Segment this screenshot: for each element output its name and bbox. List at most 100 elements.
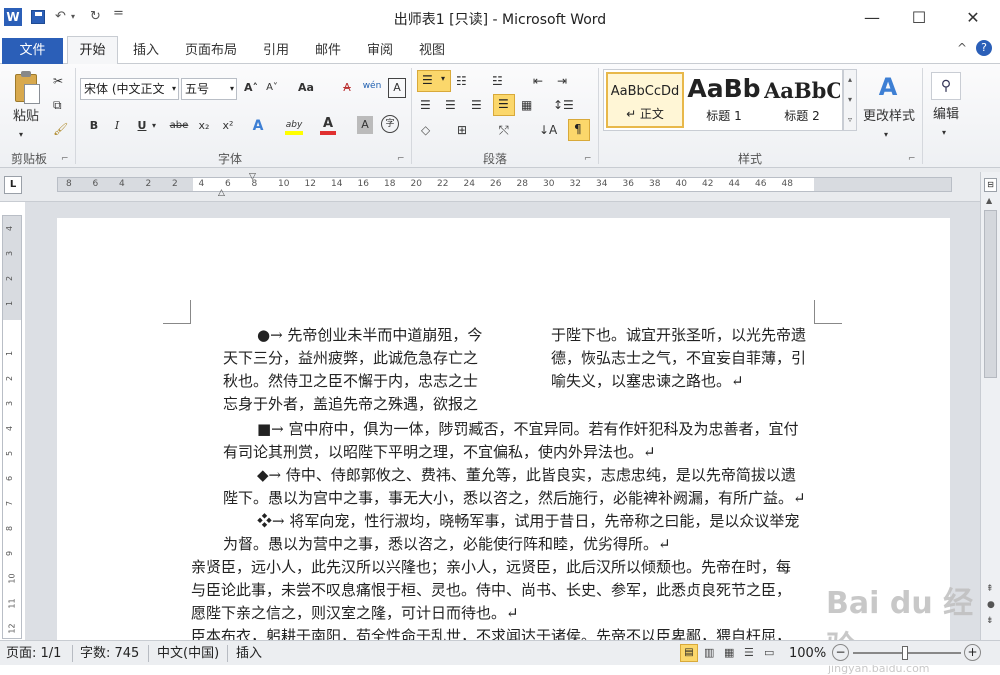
ruler-toggle-icon[interactable]: ⊟ xyxy=(984,178,997,192)
status-page[interactable]: 页面: 1/1 xyxy=(6,645,61,663)
status-word-count[interactable]: 字数: 745 xyxy=(80,645,139,663)
character-shading-button[interactable]: A xyxy=(357,116,373,134)
editing-dropdown-icon[interactable]: ▾ xyxy=(942,124,946,142)
font-color-button[interactable]: A xyxy=(320,114,336,135)
tab-selector[interactable]: L xyxy=(4,176,22,194)
clipboard-launcher-icon[interactable]: ⌐ xyxy=(61,150,69,168)
italic-button[interactable]: I xyxy=(110,116,124,136)
next-page-icon[interactable]: ⇟ xyxy=(986,616,994,626)
web-layout-icon[interactable]: ▦ xyxy=(724,646,734,659)
zoom-level[interactable]: 100% xyxy=(789,645,826,663)
bullets-button[interactable]: ☰ ▾ xyxy=(417,70,451,92)
sort-icon[interactable]: ↓A xyxy=(539,121,557,139)
tab-page-layout[interactable]: 页面布局 xyxy=(179,40,243,64)
paragraph-launcher-icon[interactable]: ⌐ xyxy=(584,150,592,168)
clear-format-button[interactable]: A xyxy=(338,78,356,98)
font-size-combo[interactable]: 五号 ▾ xyxy=(181,78,237,100)
subscript-button[interactable]: x₂ xyxy=(196,116,212,136)
tab-insert[interactable]: 插入 xyxy=(128,40,164,64)
zoom-in-icon[interactable]: + xyxy=(964,644,981,661)
numbering-icon[interactable]: ☷ xyxy=(456,72,467,90)
font-launcher-icon[interactable]: ⌐ xyxy=(397,150,405,168)
style-gallery-scroll[interactable]: ▴ ▾ ▿ xyxy=(843,69,857,131)
vertical-scrollbar[interactable]: ⊟ ▲ ⇞ ● ⇟ xyxy=(980,172,1000,640)
underline-button[interactable]: U xyxy=(135,116,149,136)
outline-view-icon[interactable]: ☰ xyxy=(744,646,754,659)
align-right-icon[interactable]: ☰ xyxy=(471,96,482,114)
highlight-button[interactable]: aby xyxy=(284,114,304,135)
superscript-button[interactable]: x² xyxy=(220,116,236,136)
draft-view-icon[interactable]: ▭ xyxy=(764,646,774,659)
chevron-down-icon[interactable]: ▾ xyxy=(172,79,176,99)
chevron-down-icon[interactable]: ▾ xyxy=(230,79,234,99)
tab-review[interactable]: 审阅 xyxy=(362,40,398,64)
tab-home[interactable]: 开始 xyxy=(67,36,118,65)
tab-view[interactable]: 视图 xyxy=(414,40,450,64)
decrease-indent-icon[interactable]: ⇤ xyxy=(533,72,543,90)
style-normal[interactable]: AaBbCcDd ↵ 正文 xyxy=(606,72,684,128)
enclose-characters-button[interactable]: 字 xyxy=(381,115,399,133)
show-formatting-button[interactable]: ¶ xyxy=(568,119,590,141)
browse-object-icon[interactable]: ● xyxy=(987,600,995,610)
underline-dropdown-icon[interactable]: ▾ xyxy=(152,117,156,135)
change-styles-dropdown-icon[interactable]: ▾ xyxy=(884,126,888,144)
full-screen-reading-icon[interactable]: ▥ xyxy=(704,646,714,659)
help-icon[interactable]: ? xyxy=(976,40,992,56)
distributed-align-icon[interactable]: ▦ xyxy=(521,96,532,114)
cut-icon[interactable]: ✂ xyxy=(53,72,63,90)
maximize-button[interactable]: ☐ xyxy=(896,4,942,32)
format-painter-icon[interactable]: 🖌 xyxy=(53,120,68,138)
paste-icon[interactable] xyxy=(13,70,41,106)
copy-icon[interactable]: ⧉ xyxy=(53,96,62,114)
align-left-icon[interactable]: ☰ xyxy=(420,96,431,114)
style-heading1[interactable]: AaBb 标题 1 xyxy=(686,72,762,128)
bold-button[interactable]: B xyxy=(86,116,102,136)
print-layout-view-icon[interactable]: ▤ xyxy=(680,644,698,662)
scroll-up-icon[interactable]: ▲ xyxy=(986,196,992,205)
asian-layout-icon[interactable]: ⤲ xyxy=(499,121,509,139)
change-styles-button[interactable]: 更改样式 xyxy=(860,107,918,127)
scroll-thumb[interactable] xyxy=(984,210,997,378)
justify-button[interactable]: ☰ xyxy=(493,94,515,116)
paste-button[interactable]: 粘贴 xyxy=(6,107,46,127)
strikethrough-button[interactable]: abe xyxy=(168,116,190,136)
paste-dropdown-icon[interactable]: ▾ xyxy=(19,126,23,144)
chevron-down-icon[interactable]: ▾ xyxy=(844,90,856,110)
increase-indent-icon[interactable]: ⇥ xyxy=(557,72,567,90)
style-heading2[interactable]: AaBbC 标题 2 xyxy=(764,72,840,128)
change-case-button[interactable]: Aa xyxy=(295,78,317,98)
minimize-ribbon-icon[interactable]: ^ xyxy=(957,41,967,55)
editing-button[interactable]: 编辑 xyxy=(926,105,966,125)
font-name-combo[interactable]: 宋体 (中文正文 ▾ xyxy=(80,78,179,100)
tab-file[interactable]: 文件 xyxy=(2,38,63,64)
hanging-indent-marker[interactable]: △ xyxy=(218,188,225,198)
text-effects-button[interactable]: A xyxy=(250,116,266,136)
shading-icon[interactable]: ◇ xyxy=(421,121,430,139)
tab-mailings[interactable]: 邮件 xyxy=(310,40,346,64)
zoom-slider-thumb[interactable] xyxy=(902,646,908,660)
horizontal-ruler[interactable]: 8 6 4 2 2 4 6 8 10 12 14 16 18 20 22 24 26 28 30 32 34 36 38 40… xyxy=(57,177,952,192)
phonetic-guide-button[interactable]: wén xyxy=(361,76,383,96)
status-insert-mode[interactable]: 插入 xyxy=(236,645,262,663)
shrink-font-button[interactable]: A˅ xyxy=(263,78,281,98)
chevron-up-icon[interactable]: ▴ xyxy=(844,70,856,90)
grow-font-button[interactable]: A˄ xyxy=(242,78,260,98)
vertical-ruler[interactable]: 4 3 2 1 1 2 3 4 5 6 7 8 9 10 11 12 xyxy=(2,215,22,639)
more-icon[interactable]: ▿ xyxy=(844,110,856,130)
minimize-button[interactable]: — xyxy=(849,4,895,32)
change-styles-icon[interactable]: A xyxy=(873,72,903,102)
zoom-out-icon[interactable]: − xyxy=(832,644,849,661)
multilevel-list-icon[interactable]: ☳ xyxy=(492,72,503,90)
previous-page-icon[interactable]: ⇞ xyxy=(986,584,994,594)
borders-icon[interactable]: ⊞ xyxy=(457,121,467,139)
align-center-icon[interactable]: ☰ xyxy=(445,96,456,114)
status-language[interactable]: 中文(中国) xyxy=(157,645,219,663)
styles-launcher-icon[interactable]: ⌐ xyxy=(908,150,916,168)
line-spacing-icon[interactable]: ↕☰ xyxy=(553,96,574,114)
close-button[interactable]: ✕ xyxy=(950,4,996,32)
first-line-indent-marker[interactable]: ▽ xyxy=(249,172,256,182)
character-border-button[interactable]: A xyxy=(388,78,406,98)
document-page[interactable]: ●→ 先帝创业未半而中道崩殂，今 天下三分，益州疲弊，此诚危急存亡之 秋也。然侍卫之… xyxy=(57,218,950,645)
tab-references[interactable]: 引用 xyxy=(258,40,294,64)
find-icon[interactable]: ⚲ xyxy=(931,72,961,100)
